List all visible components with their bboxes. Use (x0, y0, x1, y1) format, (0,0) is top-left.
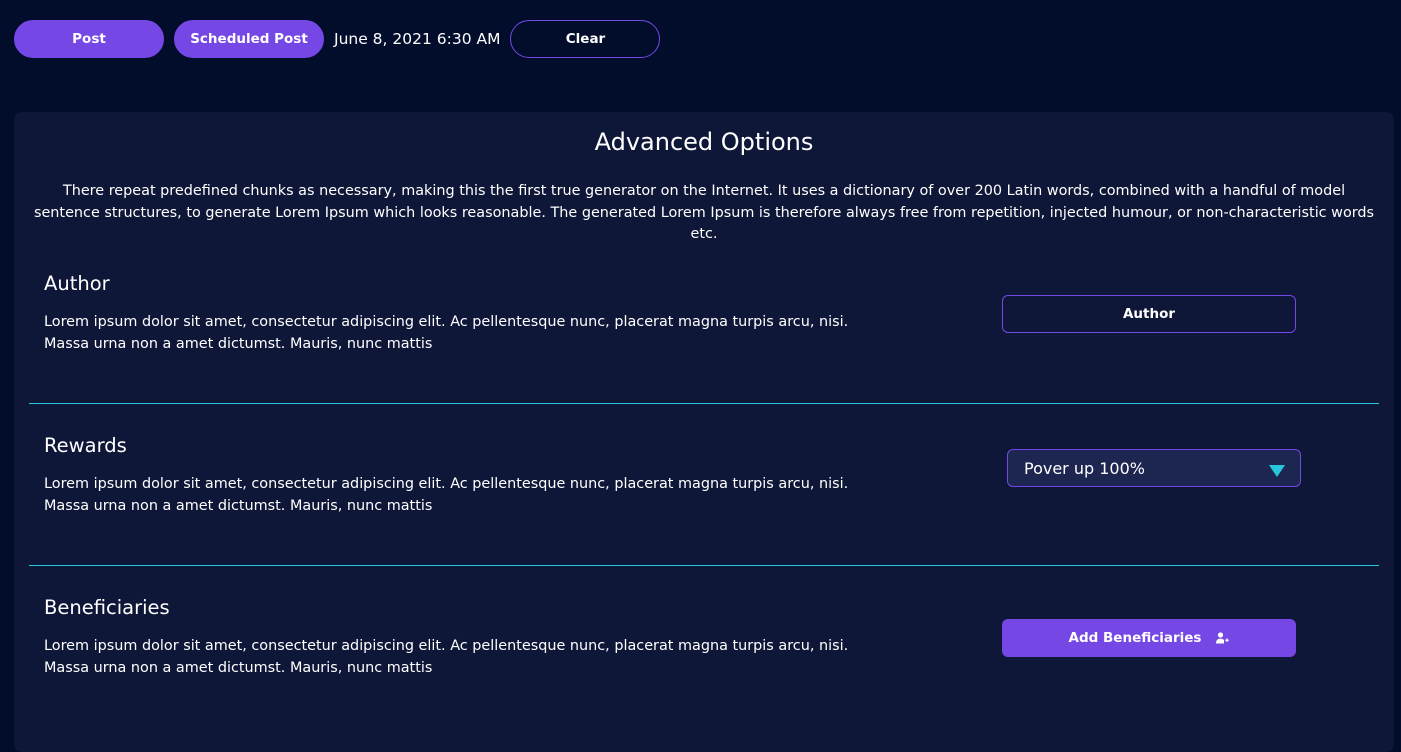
rewards-select[interactable]: Pover up 100% (1007, 449, 1301, 487)
caret-down-icon (1269, 465, 1285, 477)
rewards-title: Rewards (44, 434, 127, 457)
author-description: Lorem ipsum dolor sit amet, consectetur … (44, 312, 924, 355)
author-button-label: Author (1122, 306, 1176, 322)
rewards-section: Rewards Lorem ipsum dolor sit amet, cons… (29, 404, 1379, 566)
rewards-description: Lorem ipsum dolor sit amet, consectetur … (44, 474, 924, 517)
scheduled-datetime: June 8, 2021 6:30 AM (334, 30, 501, 48)
beneficiaries-description-line-2: Massa urna non a amet dictumst. Mauris, … (44, 659, 433, 676)
rewards-description-line-1: Lorem ipsum dolor sit amet, consectetur … (44, 476, 849, 492)
scheduled-post-button[interactable]: Scheduled Post (174, 20, 324, 58)
add-beneficiaries-button[interactable]: Add Beneficiaries (1002, 619, 1296, 657)
add-user-icon (1215, 631, 1230, 645)
toolbar: Post Scheduled Post June 8, 2021 6:30 AM… (14, 20, 661, 58)
rewards-description-line-2: Massa urna non a amet dictumst. Mauris, … (44, 497, 433, 514)
beneficiaries-section: Beneficiaries Lorem ipsum dolor sit amet… (29, 566, 1379, 728)
author-description-line-2: Massa urna non a amet dictumst. Mauris, … (44, 335, 433, 352)
beneficiaries-description: Lorem ipsum dolor sit amet, consectetur … (44, 636, 924, 679)
add-beneficiaries-label: Add Beneficiaries (1068, 630, 1202, 646)
advanced-options-panel: Advanced Options There repeat predefined… (14, 112, 1394, 752)
panel-description: There repeat predefined chunks as necess… (33, 183, 1375, 242)
panel-title: Advanced Options (594, 128, 814, 156)
beneficiaries-description-line-1: Lorem ipsum dolor sit amet, consectetur … (44, 638, 849, 654)
rewards-select-value: Pover up 100% (1024, 458, 1145, 478)
author-title: Author (44, 272, 110, 295)
beneficiaries-title: Beneficiaries (44, 596, 170, 619)
clear-button[interactable]: Clear (510, 20, 661, 58)
post-button[interactable]: Post (14, 20, 164, 58)
author-description-line-1: Lorem ipsum dolor sit amet, consectetur … (44, 314, 849, 330)
author-section: Author Lorem ipsum dolor sit amet, conse… (29, 242, 1379, 404)
author-button[interactable]: Author (1002, 295, 1296, 333)
